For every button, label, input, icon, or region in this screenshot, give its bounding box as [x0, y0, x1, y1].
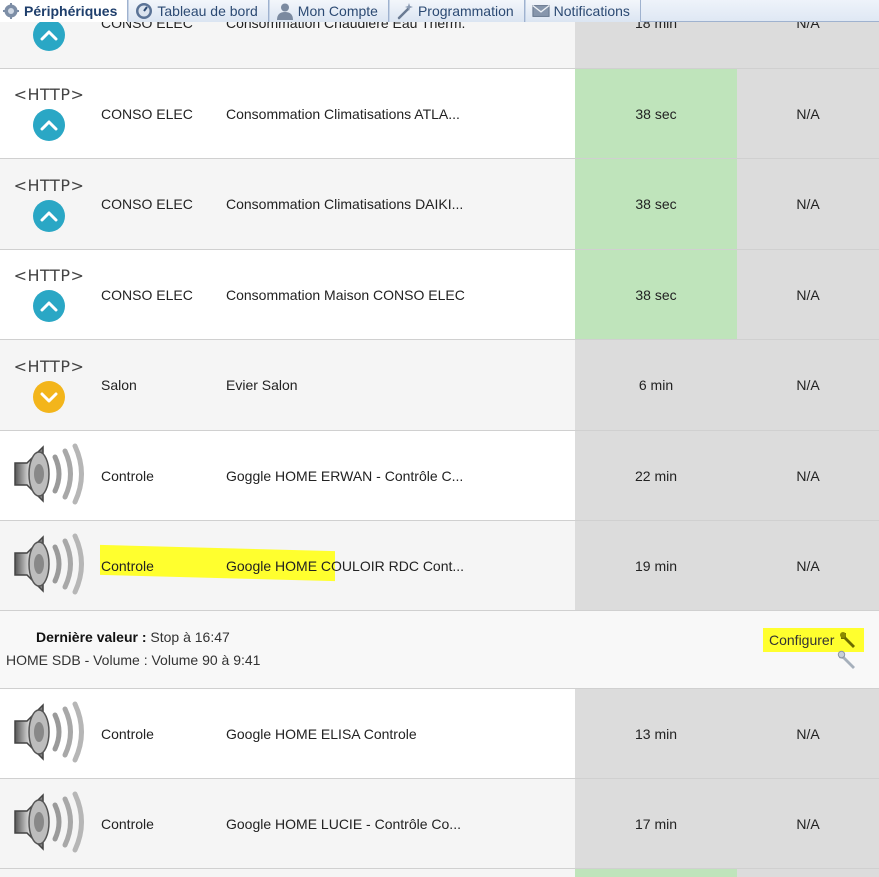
device-room: Controle [101, 467, 154, 484]
tab-label: Périphériques [24, 2, 118, 19]
device-icon-cell: <HTTP> [0, 250, 98, 339]
device-value: N/A [737, 431, 879, 520]
last-value-line: Dernière valeur : Stop à 16:47 [36, 629, 230, 645]
device-row[interactable]: <HTTP> CONSO ELEC Consommation Maison CO… [0, 250, 879, 340]
device-name[interactable]: Consommation Climatisations DAIKI... [226, 159, 466, 249]
wrench-icon [838, 630, 858, 650]
device-name[interactable]: Consommation Maison CONSO ELEC [226, 250, 466, 339]
device-last-update: 38 sec [575, 159, 737, 249]
http-icon: <HTTP> [13, 175, 85, 195]
device-value [737, 869, 879, 877]
volume-line: HOME SDB - Volume : Volume 90 à 9:41 [6, 652, 261, 668]
device-name[interactable]: Google HOME ELISA Controle [226, 689, 466, 778]
main-tab-bar: Périphériques Tableau de bord Mon Compte… [0, 0, 879, 22]
dashboard-icon [135, 2, 153, 20]
device-name[interactable]: Google HOME COULOIR RDC Cont... [226, 521, 466, 610]
speaker-icon [11, 791, 87, 856]
speaker-icon [11, 701, 87, 766]
device-icon-cell [0, 779, 98, 868]
device-icon-cell: <HTTP> [0, 69, 98, 158]
device-row[interactable]: <HTTP> Salon Evier Salon 6 min N/A [0, 340, 879, 431]
tab-peripheriques[interactable]: Périphériques [0, 0, 129, 22]
device-value: N/A [737, 779, 879, 868]
device-room: CONSO ELEC [101, 196, 193, 212]
device-row[interactable]: Controle Google HOME LUCIE - Contrôle Co… [0, 779, 879, 869]
chevron-up-icon[interactable] [33, 199, 65, 232]
device-name[interactable]: Consommation Climatisations ATLA... [226, 69, 466, 158]
device-name[interactable]: Google HOME LUCIE - Contrôle Co... [226, 779, 466, 868]
speaker-icon [11, 533, 87, 598]
device-room: Salon [101, 377, 137, 393]
mail-icon [532, 2, 550, 20]
device-room: Controle [101, 815, 154, 832]
speaker-icon [11, 443, 87, 508]
device-value: N/A [737, 689, 879, 778]
last-value-label: Dernière valeur : [36, 629, 147, 645]
device-room: Controle [101, 725, 154, 742]
last-value-text: Stop à 16:47 [150, 629, 230, 645]
tab-mon-compte[interactable]: Mon Compte [268, 0, 389, 22]
wand-icon [396, 2, 414, 20]
device-row[interactable]: Controle Google HOME COULOIR RDC Cont...… [0, 521, 879, 611]
tab-tableau-de-bord[interactable]: Tableau de bord [128, 0, 269, 22]
device-row[interactable] [0, 869, 879, 877]
device-row[interactable]: Controle Goggle HOME ERWAN - Contrôle C.… [0, 431, 879, 521]
device-last-update: 38 sec [575, 69, 737, 158]
device-row[interactable]: <HTTP> CONSO ELEC Consommation Climatisa… [0, 159, 879, 250]
http-icon: <HTTP> [13, 356, 85, 376]
chevron-up-icon[interactable] [33, 109, 65, 141]
device-details-panel: Dernière valeur : Stop à 16:47 HOME SDB … [0, 611, 879, 689]
device-last-update: 22 min [575, 431, 737, 520]
configure-label: Configurer [769, 632, 835, 648]
device-last-update: 19 min [575, 521, 737, 610]
device-value: N/A [737, 250, 879, 339]
device-room: CONSO ELEC [101, 286, 193, 303]
http-icon: <HTTP> [13, 266, 85, 285]
tab-label: Programmation [417, 3, 514, 19]
device-last-update [575, 869, 737, 877]
device-value: N/A [737, 159, 879, 249]
chevron-up-icon[interactable] [33, 18, 65, 51]
device-last-update: 13 min [575, 689, 737, 778]
chevron-down-icon[interactable] [33, 380, 65, 413]
device-icon-cell [0, 521, 98, 610]
device-icon-cell: <HTTP> [0, 340, 98, 430]
device-row[interactable]: <HTTP> CONSO ELEC Consommation Climatisa… [0, 69, 879, 159]
tab-label: Mon Compte [297, 3, 378, 19]
tab-label: Tableau de bord [157, 3, 258, 19]
device-row[interactable]: Controle Google HOME ELISA Controle 13 m… [0, 689, 879, 779]
device-value: N/A [737, 69, 879, 158]
device-icon-cell [0, 431, 98, 520]
tab-programmation[interactable]: Programmation [388, 0, 525, 22]
device-last-update: 6 min [575, 340, 737, 430]
devices-icon [2, 2, 20, 20]
http-icon: <HTTP> [13, 85, 85, 104]
wrench-icon[interactable] [836, 649, 858, 676]
device-last-update: 17 min [575, 779, 737, 868]
device-icon-cell [0, 689, 98, 778]
user-icon [276, 2, 294, 20]
device-name[interactable]: Evier Salon [226, 340, 466, 430]
device-value: N/A [737, 340, 879, 430]
tab-notifications[interactable]: Notifications [524, 0, 641, 22]
device-name[interactable]: Goggle HOME ERWAN - Contrôle C... [226, 431, 466, 520]
device-room: Controle [101, 557, 154, 574]
tab-label: Notifications [553, 3, 630, 19]
device-icon-cell: <HTTP> [0, 159, 98, 249]
device-room: CONSO ELEC [101, 105, 193, 122]
chevron-up-icon[interactable] [33, 290, 65, 322]
device-last-update: 38 sec [575, 250, 737, 339]
device-value: N/A [737, 521, 879, 610]
